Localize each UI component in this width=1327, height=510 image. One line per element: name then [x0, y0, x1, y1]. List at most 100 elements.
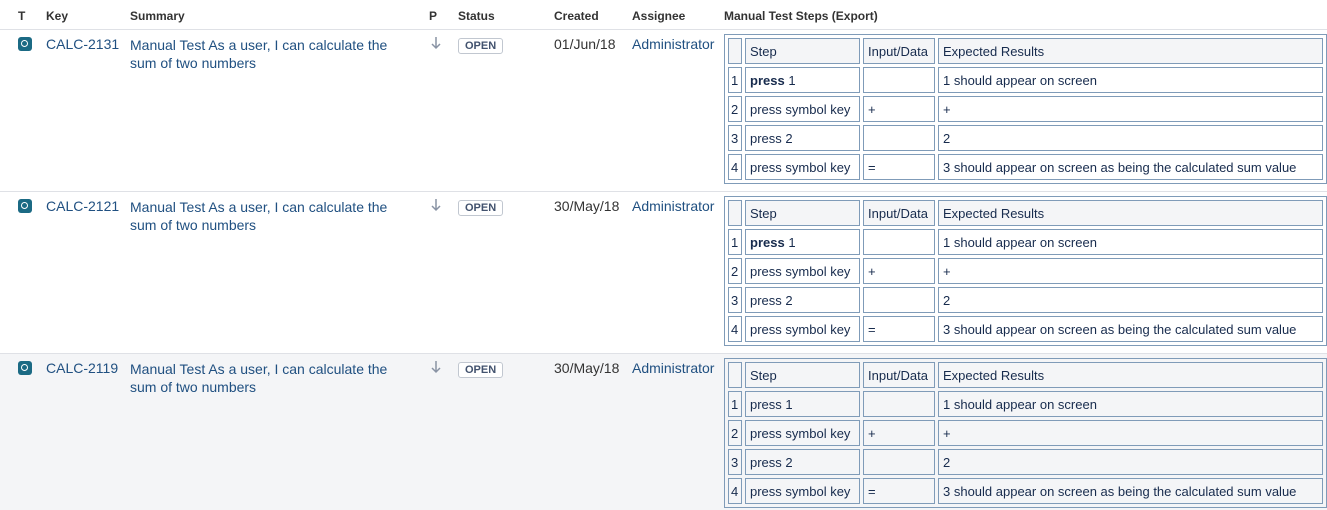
step-row: 4 press symbol key = 3 should appear on …: [728, 316, 1323, 342]
column-header-status[interactable]: Status: [458, 9, 495, 23]
priority-low-arrow-icon: [431, 37, 441, 50]
step-input-data: =: [863, 154, 935, 180]
status-badge: OPEN: [458, 38, 504, 54]
issue-key-link[interactable]: CALC-2131: [46, 36, 119, 52]
step-action: press 2: [745, 125, 860, 151]
step-row: 3 press 2 2: [728, 449, 1323, 475]
priority-low-arrow-icon: [431, 361, 441, 374]
issue-summary-link[interactable]: Manual Test As a user, I can calculate t…: [130, 36, 415, 72]
issue-summary-link[interactable]: Manual Test As a user, I can calculate t…: [130, 198, 415, 234]
issue-summary-link[interactable]: Manual Test As a user, I can calculate t…: [130, 360, 415, 396]
step-number: 2: [728, 96, 742, 122]
step-number: 1: [728, 391, 742, 417]
step-action-text: press 2: [750, 292, 793, 308]
step-action: press symbol key: [745, 420, 860, 446]
step-action: press 2: [745, 287, 860, 313]
step-input-data: [863, 67, 935, 93]
step-input-data: +: [863, 258, 935, 284]
step-action: press 1: [745, 229, 860, 255]
step-number: 1: [728, 229, 742, 255]
step-action-bold: press: [750, 72, 785, 88]
step-input-data: [863, 287, 935, 313]
assignee-link[interactable]: Administrator: [632, 198, 714, 214]
created-date: 30/May/18: [554, 198, 620, 214]
steps-header-expected: Expected Results: [938, 200, 1323, 226]
manual-test-steps-table: Step Input/Data Expected Results 1 press…: [724, 196, 1327, 346]
step-expected-result: 2: [938, 125, 1323, 151]
steps-header-num: [728, 362, 742, 388]
step-number: 4: [728, 154, 742, 180]
step-action: press symbol key: [745, 316, 860, 342]
step-expected-result: 3 should appear on screen as being the c…: [938, 316, 1323, 342]
step-number: 1: [728, 67, 742, 93]
row-divider: [0, 191, 1327, 192]
step-row: 1 press 1 1 should appear on screen: [728, 67, 1323, 93]
step-action: press 2: [745, 449, 860, 475]
steps-header-expected: Expected Results: [938, 38, 1323, 64]
step-input-data: =: [863, 478, 935, 504]
column-header-assignee[interactable]: Assignee: [632, 9, 685, 23]
column-header-type[interactable]: T: [18, 9, 25, 23]
status-badge: OPEN: [458, 362, 504, 378]
step-number: 4: [728, 478, 742, 504]
step-action: press symbol key: [745, 258, 860, 284]
step-input-data: +: [863, 420, 935, 446]
column-header-created[interactable]: Created: [554, 9, 599, 23]
step-action-bold: press: [750, 234, 785, 250]
column-header-manual-test-steps[interactable]: Manual Test Steps (Export): [724, 9, 878, 23]
assignee-link[interactable]: Administrator: [632, 36, 714, 52]
step-row: 4 press symbol key = 3 should appear on …: [728, 478, 1323, 504]
step-action-text: press symbol key: [750, 321, 851, 337]
step-action-text: 1: [784, 234, 796, 250]
assignee-link[interactable]: Administrator: [632, 360, 714, 376]
steps-header-input: Input/Data: [863, 200, 935, 226]
issue-key-link[interactable]: CALC-2119: [46, 360, 118, 376]
issue-row[interactable]: CALC-2119 Manual Test As a user, I can c…: [0, 354, 1327, 510]
step-action-text: press 1: [750, 396, 793, 412]
step-action-text: press symbol key: [750, 263, 851, 279]
step-number: 3: [728, 287, 742, 313]
step-input-data: [863, 125, 935, 151]
test-icon: [18, 37, 32, 51]
step-action: press 1: [745, 391, 860, 417]
created-date: 01/Jun/18: [554, 36, 616, 52]
step-expected-result: 3 should appear on screen as being the c…: [938, 478, 1323, 504]
steps-header-step: Step: [745, 200, 860, 226]
step-expected-result: 1 should appear on screen: [938, 229, 1323, 255]
steps-header-row: Step Input/Data Expected Results: [728, 38, 1323, 64]
step-action: press symbol key: [745, 478, 860, 504]
priority-low-arrow-icon: [431, 199, 441, 212]
issue-table-header: T Key Summary P Status Created Assignee …: [0, 0, 1327, 30]
column-header-priority[interactable]: P: [429, 9, 437, 23]
step-number: 3: [728, 125, 742, 151]
step-row: 2 press symbol key + +: [728, 420, 1323, 446]
step-action-text: press symbol key: [750, 425, 851, 441]
steps-header-input: Input/Data: [863, 362, 935, 388]
step-number: 2: [728, 420, 742, 446]
step-row: 2 press symbol key + +: [728, 96, 1323, 122]
steps-header-step: Step: [745, 362, 860, 388]
step-action-text: 1: [784, 72, 796, 88]
step-action: press symbol key: [745, 154, 860, 180]
step-expected-result: +: [938, 258, 1323, 284]
issue-row[interactable]: CALC-2121 Manual Test As a user, I can c…: [0, 192, 1327, 353]
manual-test-steps-table: Step Input/Data Expected Results 1 press…: [724, 358, 1327, 508]
step-action-text: press symbol key: [750, 101, 851, 117]
column-header-summary[interactable]: Summary: [130, 9, 185, 23]
step-row: 1 press 1 1 should appear on screen: [728, 229, 1323, 255]
step-expected-result: +: [938, 420, 1323, 446]
step-input-data: [863, 229, 935, 255]
step-action: press 1: [745, 67, 860, 93]
issue-row[interactable]: CALC-2131 Manual Test As a user, I can c…: [0, 30, 1327, 191]
created-date: 30/May/18: [554, 360, 620, 376]
steps-header-step: Step: [745, 38, 860, 64]
step-action-text: press symbol key: [750, 159, 851, 175]
step-input-data: [863, 449, 935, 475]
step-expected-result: 1 should appear on screen: [938, 67, 1323, 93]
steps-header-input: Input/Data: [863, 38, 935, 64]
step-action-text: press 2: [750, 454, 793, 470]
step-row: 2 press symbol key + +: [728, 258, 1323, 284]
column-header-key[interactable]: Key: [46, 9, 68, 23]
row-divider: [0, 353, 1327, 354]
issue-key-link[interactable]: CALC-2121: [46, 198, 119, 214]
